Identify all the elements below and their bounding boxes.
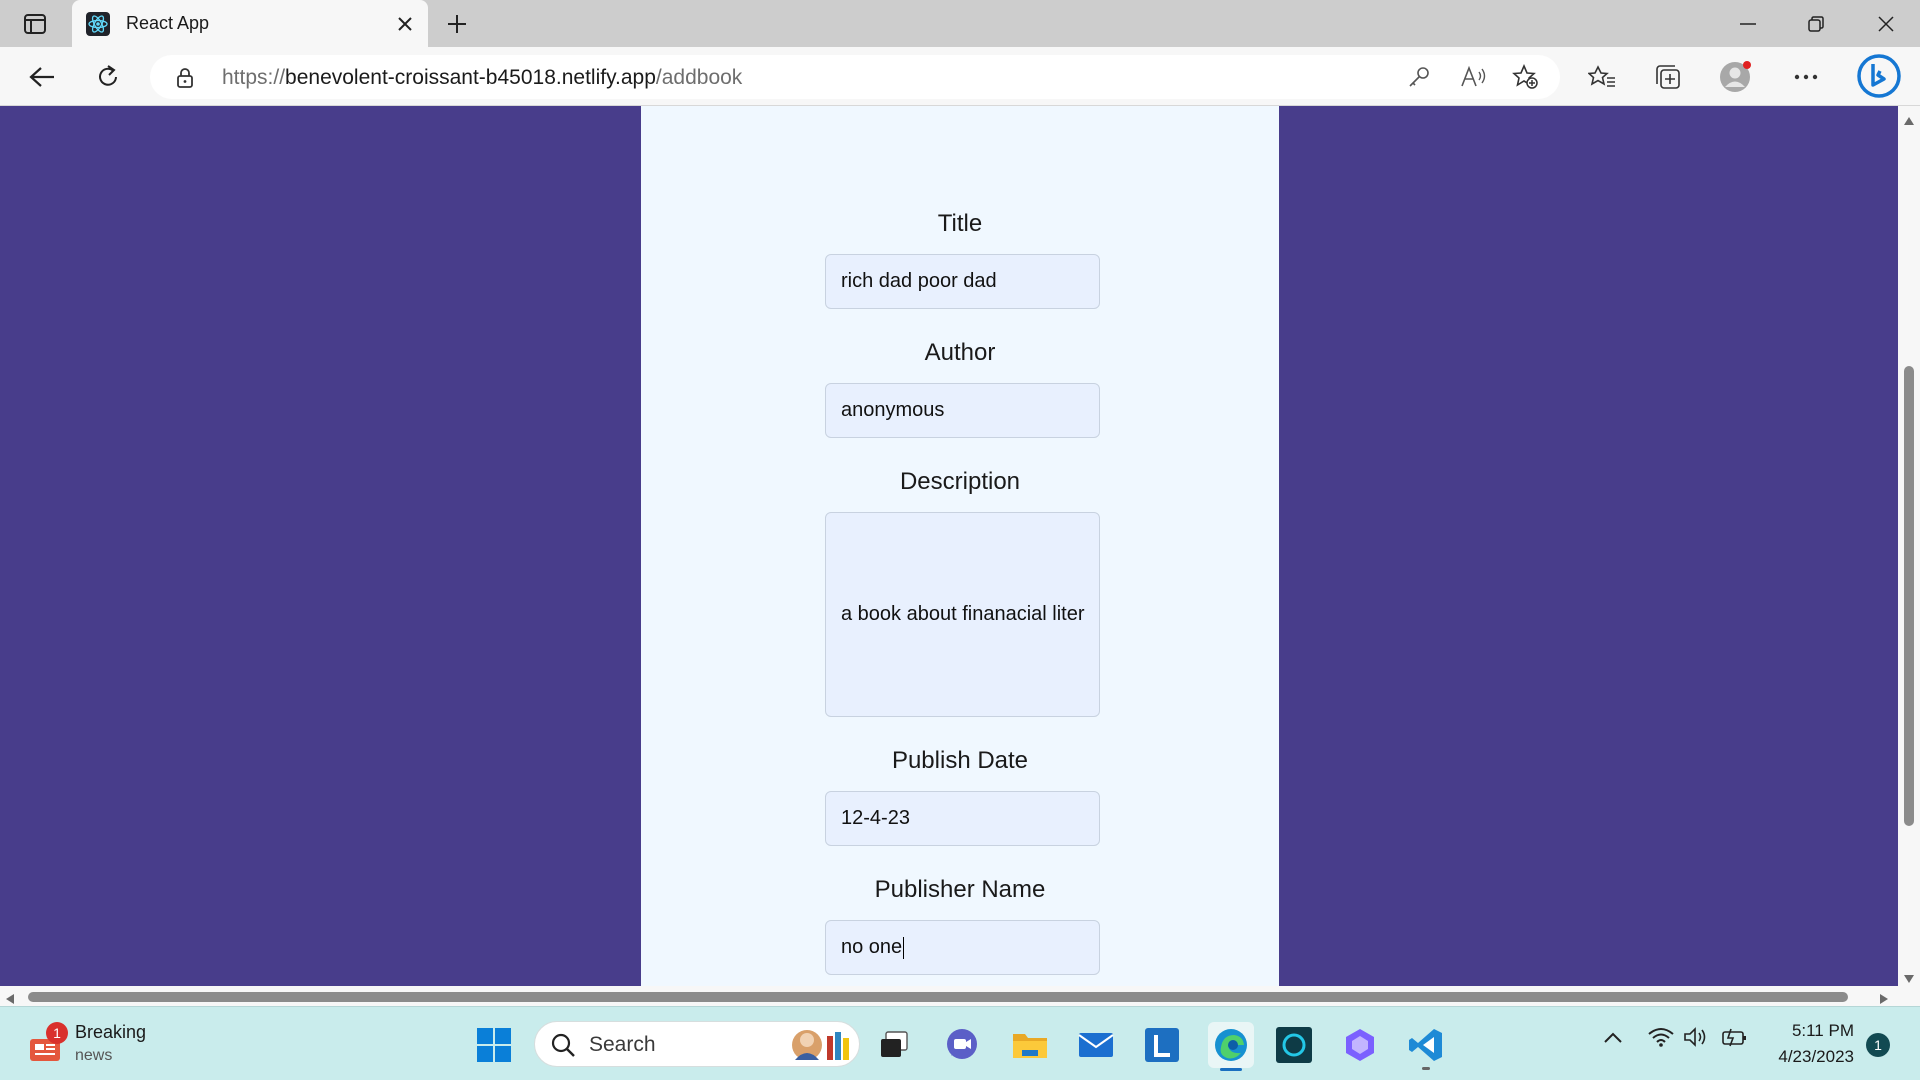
- url-text[interactable]: https://benevolent-croissant-b45018.netl…: [222, 66, 742, 90]
- clock-date[interactable]: 4/23/2023: [1764, 1047, 1854, 1067]
- active-app-indicator: [1220, 1068, 1242, 1071]
- news-widget-icon[interactable]: 1: [28, 1022, 68, 1065]
- tab-title: React App: [126, 13, 210, 33]
- add-book-form: Title rich dad poor dad Author anonymous…: [641, 106, 1279, 986]
- title-input[interactable]: rich dad poor dad: [825, 254, 1100, 309]
- notification-badge[interactable]: 1: [1866, 1033, 1890, 1057]
- vscode-icon[interactable]: [1406, 1025, 1446, 1070]
- browser-toolbar: https://benevolent-croissant-b45018.netl…: [0, 47, 1920, 106]
- file-explorer-icon[interactable]: [1010, 1025, 1050, 1065]
- show-hidden-icons-icon[interactable]: [1604, 1031, 1622, 1049]
- text-caret: [903, 936, 905, 959]
- author-input-value: anonymous: [841, 399, 945, 421]
- publish-date-input[interactable]: 12-4-23: [825, 791, 1100, 846]
- new-tab-icon[interactable]: [440, 9, 474, 39]
- news-badge: 1: [46, 1022, 68, 1044]
- publish-date-input-value: 12-4-23: [841, 807, 910, 829]
- description-label: Description: [899, 468, 1021, 495]
- profile-avatar[interactable]: [1716, 59, 1756, 95]
- author-label: Author: [924, 339, 996, 366]
- browser-tab[interactable]: React App: [72, 0, 428, 47]
- task-view-icon[interactable]: [874, 1025, 914, 1065]
- publisher-name-input-value: no one: [841, 936, 903, 958]
- news-title[interactable]: Breaking: [75, 1022, 146, 1043]
- publish-date-label: Publish Date: [891, 747, 1029, 774]
- page-background: Title rich dad poor dad Author anonymous…: [0, 106, 1898, 986]
- tab-bar: React App: [0, 0, 1920, 47]
- vertical-scrollbar[interactable]: [1898, 106, 1920, 986]
- react-logo-icon: [86, 12, 110, 36]
- mail-icon[interactable]: [1076, 1025, 1116, 1065]
- publisher-name-label: Publisher Name: [874, 876, 1046, 903]
- search-icon: [551, 1033, 575, 1062]
- l-app-icon[interactable]: [1142, 1025, 1182, 1065]
- back-icon[interactable]: [22, 59, 62, 95]
- edge-browser-icon[interactable]: [1208, 1022, 1254, 1071]
- running-indicator: [1422, 1067, 1430, 1070]
- wifi-icon[interactable]: [1648, 1027, 1674, 1052]
- publisher-name-input[interactable]: no one: [825, 920, 1100, 975]
- news-subtitle[interactable]: news: [75, 1047, 112, 1065]
- lock-icon[interactable]: [176, 67, 194, 94]
- key-icon[interactable]: [1408, 66, 1430, 93]
- search-placeholder: Search: [589, 1033, 656, 1056]
- restore-icon[interactable]: [1794, 8, 1838, 40]
- collections-icon[interactable]: [1648, 59, 1688, 95]
- teams-chat-icon[interactable]: [942, 1025, 982, 1065]
- bing-chat-icon[interactable]: [1856, 53, 1902, 99]
- search-highlight-icon: [785, 1026, 855, 1069]
- read-aloud-icon[interactable]: [1460, 65, 1486, 93]
- scroll-up-icon[interactable]: [1904, 112, 1914, 130]
- tab-actions-icon[interactable]: [18, 10, 52, 38]
- title-label: Title: [937, 210, 983, 237]
- battery-icon[interactable]: [1720, 1027, 1748, 1052]
- close-window-icon[interactable]: [1864, 8, 1908, 40]
- close-tab-icon[interactable]: [392, 11, 418, 37]
- minimize-icon[interactable]: [1726, 8, 1770, 40]
- copilot-app-icon[interactable]: [1340, 1025, 1380, 1065]
- clock-time[interactable]: 5:11 PM: [1768, 1021, 1854, 1041]
- description-input[interactable]: a book about finanacial liter: [825, 512, 1100, 717]
- taskbar: 1 Breaking news Search 5:11 PM 4/23/2023…: [0, 1006, 1920, 1080]
- taskbar-search[interactable]: Search: [534, 1021, 860, 1067]
- add-favorite-icon[interactable]: [1512, 63, 1540, 95]
- address-bar[interactable]: https://benevolent-croissant-b45018.netl…: [150, 55, 1560, 99]
- description-input-value: a book about finanacial liter: [841, 603, 1085, 625]
- horizontal-scroll-thumb[interactable]: [28, 992, 1848, 1002]
- volume-icon[interactable]: [1684, 1027, 1708, 1052]
- favorites-icon[interactable]: [1582, 59, 1622, 95]
- more-options-icon[interactable]: [1786, 59, 1826, 95]
- author-input[interactable]: anonymous: [825, 383, 1100, 438]
- alexa-icon[interactable]: [1274, 1025, 1314, 1065]
- windows-start-icon[interactable]: [474, 1025, 514, 1065]
- vertical-scroll-thumb[interactable]: [1904, 366, 1914, 826]
- horizontal-scrollbar[interactable]: [0, 986, 1920, 1006]
- refresh-icon[interactable]: [88, 59, 128, 95]
- title-input-value: rich dad poor dad: [841, 270, 997, 292]
